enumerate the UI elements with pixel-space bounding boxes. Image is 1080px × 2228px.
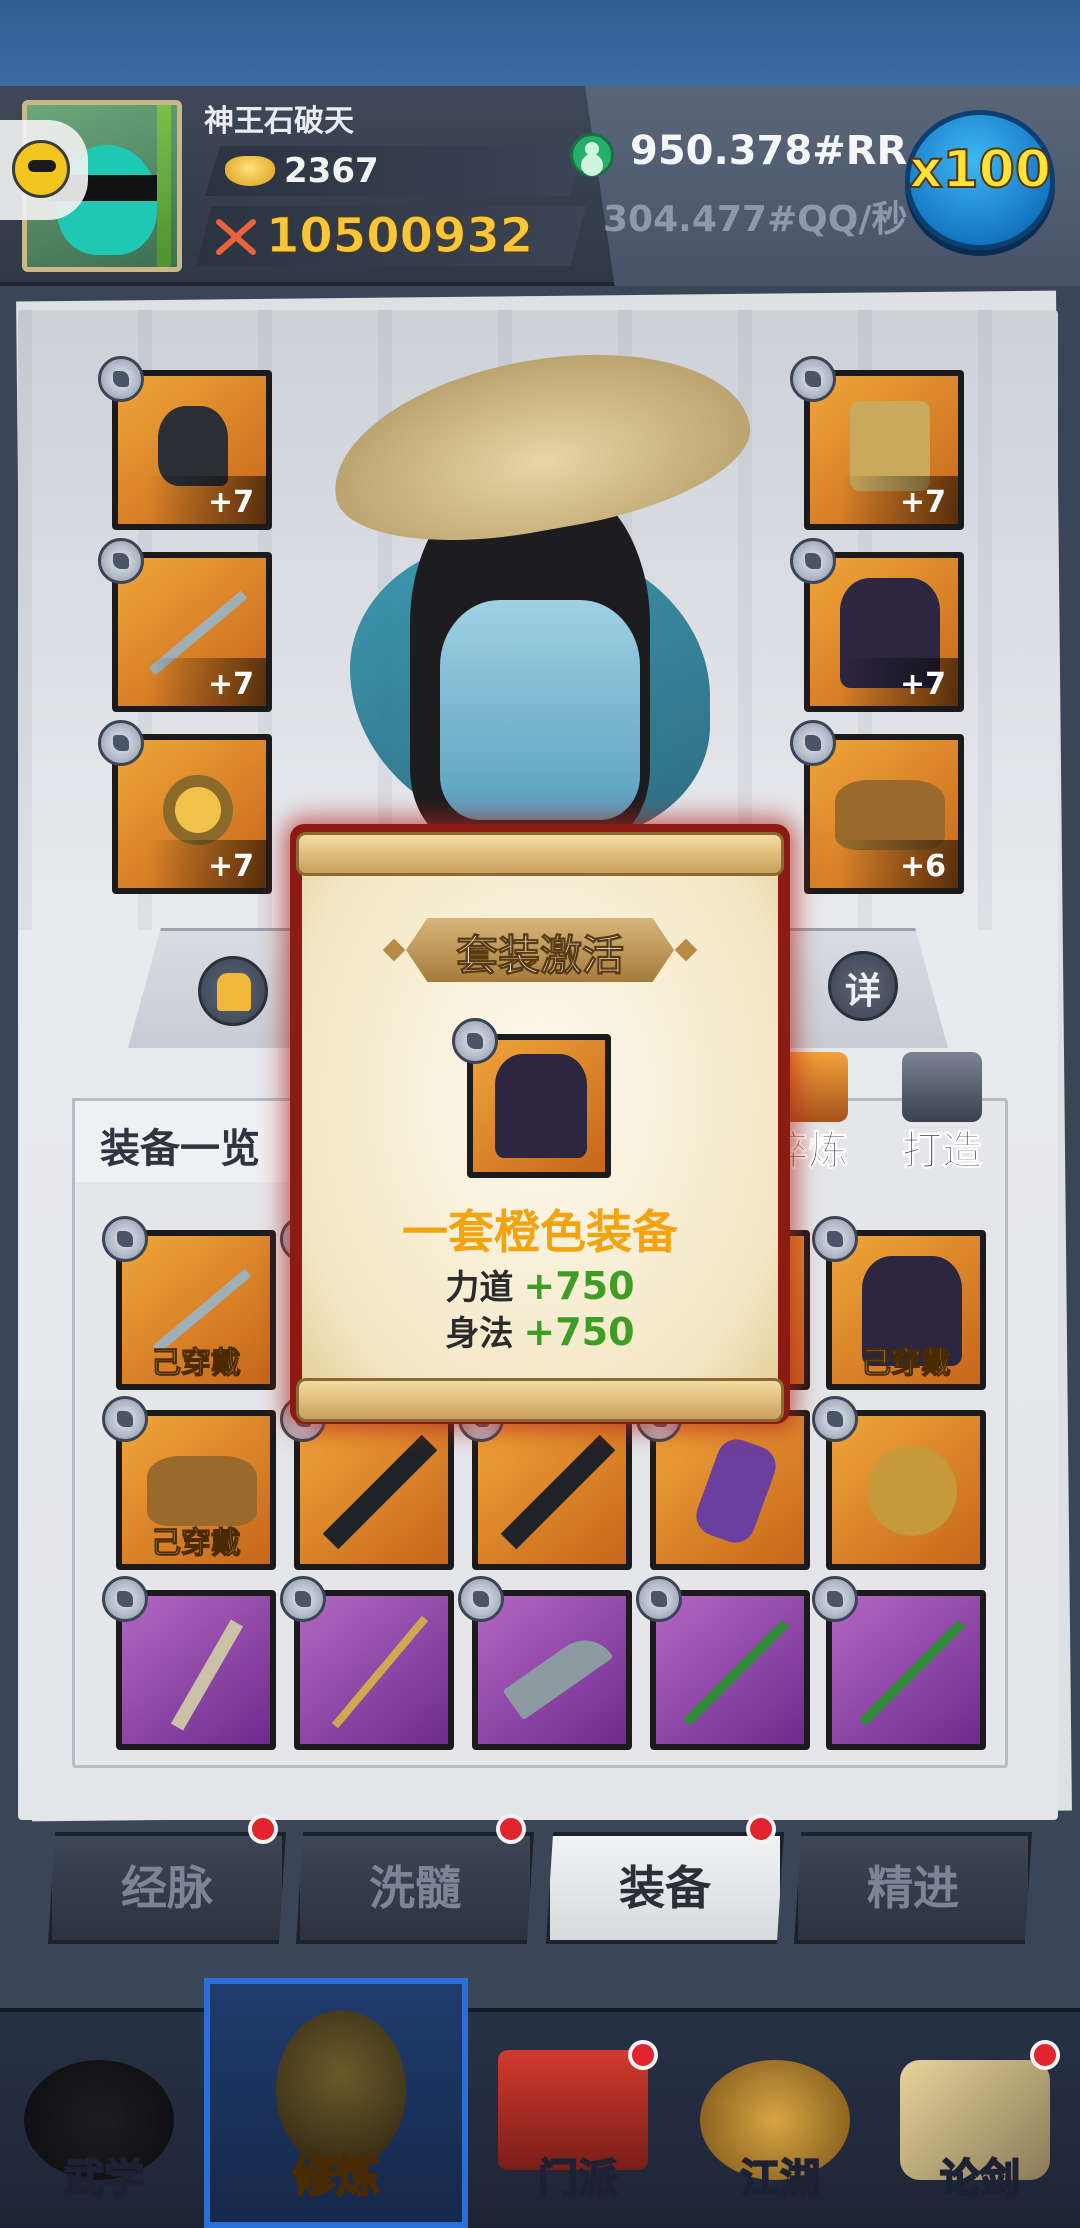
notification-dot (496, 1814, 526, 1844)
dagger-icon (170, 1619, 244, 1731)
greatsword-icon (500, 1434, 616, 1550)
slot-type-badge (98, 538, 144, 584)
worn-label: 己穿戴 (151, 1526, 242, 1562)
nav-label: 武学 (63, 2155, 145, 2203)
enhance-level: +7 (899, 667, 946, 702)
slot-type-badge (452, 1018, 498, 1064)
nav-label: 门派 (537, 2155, 619, 2203)
slot-type-badge (280, 1576, 326, 1622)
multiplier-label[interactable]: x100 (905, 139, 1055, 201)
ring-icon (163, 775, 233, 845)
slot-type-badge (102, 1396, 148, 1442)
notification-dot (248, 1814, 278, 1844)
enhance-level: +7 (899, 485, 946, 520)
attribute-name: 力道 (445, 1268, 514, 1308)
resource-primary: 950.378#RR (630, 128, 908, 174)
gold-value: 2367 (284, 151, 379, 191)
slot-type-badge (790, 538, 836, 584)
notification-dot (628, 2040, 658, 2070)
forge-label: 打造 (902, 1128, 983, 1175)
worn-label: 己穿戴 (861, 1346, 952, 1382)
slot-type-badge (102, 1216, 148, 1262)
resource-rate: 304.477#QQ/秒 (603, 199, 908, 240)
staff-icon (331, 1615, 429, 1729)
slot-type-badge (812, 1396, 858, 1442)
attribute-value: +750 (523, 1264, 635, 1308)
slot-type-badge (98, 720, 144, 766)
armor-icon (495, 1054, 587, 1158)
gold-ingot-icon (225, 156, 275, 186)
bracer-icon (690, 1433, 782, 1549)
slot-type-badge (102, 1576, 148, 1622)
sub-tab-3[interactable]: 精进 (794, 1832, 1032, 1944)
slot-type-badge (812, 1576, 858, 1622)
flute-icon (858, 1619, 966, 1727)
attribute-value: +750 (523, 1310, 635, 1354)
slot-type-badge (790, 720, 836, 766)
slot-type-badge (790, 356, 836, 402)
enhance-level: +7 (207, 849, 254, 884)
enhance-level: +7 (207, 667, 254, 702)
mascot-eyes (28, 160, 56, 172)
bamboo-decoration (157, 105, 171, 267)
worn-label: 己穿戴 (151, 1346, 242, 1382)
boots-icon (147, 1456, 257, 1526)
nav-item-3[interactable]: 江湖 (680, 2030, 880, 2220)
forge-button[interactable]: 打造 (892, 1052, 992, 1176)
combat-power-value: 10500932 (265, 208, 534, 265)
crossed-swords-icon (216, 219, 256, 255)
blade-icon (502, 1627, 614, 1721)
slot-type-badge (812, 1216, 858, 1262)
sub-tab-2[interactable]: 装备 (546, 1832, 784, 1944)
helmet-icon (158, 406, 228, 486)
sub-tab-0[interactable]: 经脉 (48, 1832, 286, 1944)
notification-dot (746, 1814, 776, 1844)
sub-tab-1[interactable]: 洗髓 (296, 1832, 534, 1944)
nav-label: 论剑 (939, 2155, 1021, 2203)
nav-label: 江湖 (739, 2155, 821, 2203)
set-attribute-row: 身法 +750 (302, 1306, 778, 1355)
player-name: 神王石破天 (204, 104, 354, 139)
character-robe (440, 600, 640, 820)
outfit-button[interactable] (198, 956, 268, 1026)
scroll-roll-bottom (296, 1378, 784, 1422)
set-name: 一套橙色装备 (402, 1205, 678, 1259)
anvil-icon (902, 1052, 982, 1122)
set-attribute-row: 力道 +750 (302, 1260, 778, 1309)
attribute-name: 身法 (445, 1314, 514, 1354)
equipment-list-title: 装备一览 (100, 1126, 260, 1172)
enhance-level: +6 (899, 849, 946, 884)
detail-button-label[interactable]: 详 (828, 962, 898, 1014)
flute-icon (682, 1619, 790, 1727)
dragon-ring-icon (867, 1446, 957, 1536)
scroll-roll-top (296, 832, 784, 876)
modal-title: 套装激活 (455, 931, 624, 981)
notification-dot (1030, 2040, 1060, 2070)
status-strip (0, 0, 1080, 86)
nav-label: 修炼 (291, 2150, 381, 2203)
enhance-level: +7 (207, 485, 254, 520)
slot-type-badge (636, 1576, 682, 1622)
slot-type-badge (458, 1576, 504, 1622)
nav-item-0[interactable]: 武学 (4, 2030, 204, 2220)
slot-type-badge (98, 356, 144, 402)
nav-item-1[interactable]: 修炼 (236, 2010, 436, 2220)
person-icon (570, 133, 614, 177)
greatsword-icon (322, 1434, 438, 1550)
